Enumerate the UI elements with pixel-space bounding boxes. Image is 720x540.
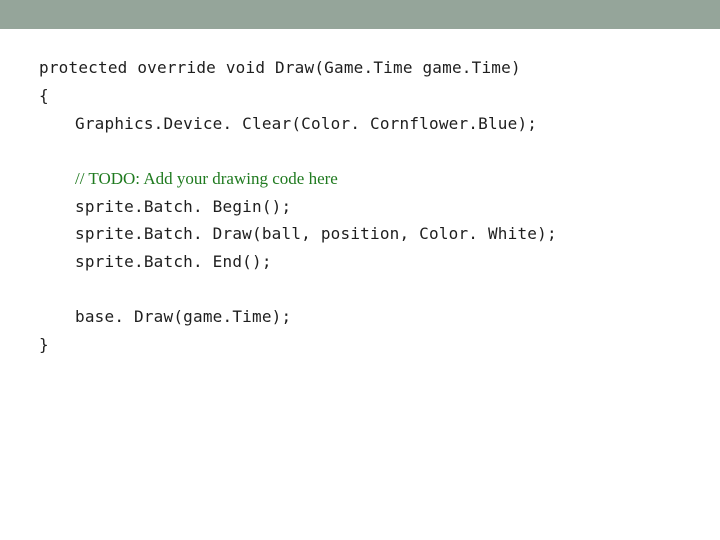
code-line-open-brace: { [39,86,49,105]
code-line-begin: sprite.Batch. Begin(); [75,197,292,216]
code-line-base-draw: base. Draw(game.Time); [75,307,292,326]
code-line-draw: sprite.Batch. Draw(ball, position, Color… [75,224,557,243]
top-accent-bar [0,0,720,29]
code-line-signature: protected override void Draw(Game.Time g… [39,58,521,77]
code-line-end: sprite.Batch. End(); [75,252,272,271]
code-line-comment: // TODO: Add your drawing code here [75,169,338,188]
code-line-clear: Graphics.Device. Clear(Color. Cornflower… [75,114,538,133]
code-line-close-brace: } [39,335,49,354]
slide: protected override void Draw(Game.Time g… [0,0,720,540]
